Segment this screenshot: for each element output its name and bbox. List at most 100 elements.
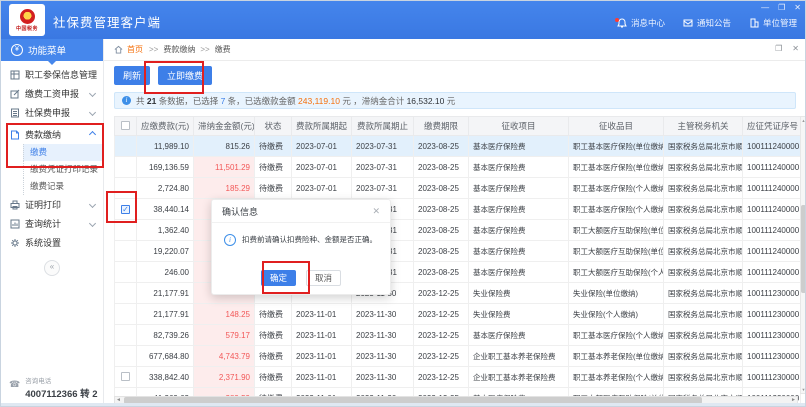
cell-voucher: 100111240000 bbox=[743, 199, 801, 220]
cell-due: 2023-08-25 bbox=[414, 178, 469, 199]
cell-item: 基本医疗保险费 bbox=[469, 241, 569, 262]
table-row[interactable]: 21,177.91148.25待缴费2023-11-012023-11-3020… bbox=[115, 304, 801, 325]
cell-voucher: 100111240000 bbox=[743, 157, 801, 178]
cell-end: 2023-07-31 bbox=[352, 157, 414, 178]
chevron-down-icon bbox=[89, 220, 96, 227]
main-panel: 首页 >> 费款缴纳 >> 缴费 ❐ ✕ 刷新 立即缴费 i 共 21 条数据，… bbox=[104, 39, 806, 407]
late-fee-total: 16,532.10 bbox=[407, 96, 445, 106]
cell-sub: 职工基本医疗保险(单位缴纳) bbox=[569, 136, 664, 157]
sidebar-item-fee-declaration[interactable]: 社保费申报 bbox=[1, 103, 103, 122]
nav-notices[interactable]: 通知公告 bbox=[683, 17, 731, 29]
cell-end: 2023-11-30 bbox=[352, 367, 414, 388]
sidebar-item-system-settings[interactable]: 系统设置 bbox=[1, 233, 103, 252]
cell-auth: 国家税务总局北京市顺义区.. bbox=[664, 346, 743, 367]
print-icon bbox=[10, 200, 20, 210]
sidebar-subitem-payment-records[interactable]: 缴费记录 bbox=[23, 178, 103, 195]
column-header: 状态 bbox=[255, 117, 292, 136]
breadcrumb-fee-payment[interactable]: 费款缴纳 bbox=[163, 44, 195, 55]
gear-icon bbox=[10, 238, 20, 248]
cell-amount: 21,177.91 bbox=[137, 304, 194, 325]
cell-end: 2023-07-31 bbox=[352, 136, 414, 157]
info-icon: i bbox=[122, 96, 131, 105]
close-button[interactable]: ✕ bbox=[794, 3, 801, 13]
table-row[interactable]: 2,724.80185.29待缴费2023-07-012023-07-31202… bbox=[115, 178, 801, 199]
cancel-button[interactable]: 取消 bbox=[306, 270, 341, 286]
sidebar-item-certificate-print[interactable]: 证明打印 bbox=[1, 195, 103, 214]
row-checkbox-cell bbox=[115, 346, 137, 367]
cell-auth: 国家税务总局北京市顺义区.. bbox=[664, 220, 743, 241]
nav-unit-management[interactable]: 单位管理 bbox=[749, 17, 797, 29]
maximize-button[interactable]: ❐ bbox=[778, 3, 785, 13]
breadcrumb-pay[interactable]: 缴费 bbox=[215, 44, 231, 55]
scroll-up-arrow[interactable]: ▲ bbox=[801, 118, 806, 123]
cell-late: 579.17 bbox=[194, 325, 255, 346]
cell-amount: 338,842.40 bbox=[137, 367, 194, 388]
scroll-down-arrow[interactable]: ▼ bbox=[801, 387, 806, 392]
cell-item: 企业职工基本养老保险费 bbox=[469, 346, 569, 367]
sidebar-item-employee-insurance-info[interactable]: 职工参保信息管理 bbox=[1, 65, 103, 84]
dialog-close-icon[interactable]: ✕ bbox=[372, 206, 380, 217]
cell-voucher: 100111230000 bbox=[743, 367, 801, 388]
cell-item: 基本医疗保险费 bbox=[469, 220, 569, 241]
sidebar-collapse-button[interactable]: « bbox=[44, 260, 60, 276]
vertical-scroll-thumb[interactable] bbox=[801, 205, 806, 293]
annotation-box-pay-now bbox=[144, 61, 204, 94]
breadcrumb: 首页 >> 费款缴纳 >> 缴费 ❐ ✕ bbox=[104, 39, 806, 61]
minimize-button[interactable]: — bbox=[761, 3, 769, 13]
table-row[interactable]: 169,136.5911,501.29待缴费2023-07-012023-07-… bbox=[115, 157, 801, 178]
cell-auth: 国家税务总局北京市顺义区.. bbox=[664, 283, 743, 304]
cell-status: 待缴费 bbox=[255, 367, 292, 388]
table-row[interactable]: 677,684.804,743.79待缴费2023-11-012023-11-3… bbox=[115, 346, 801, 367]
vertical-scrollbar[interactable]: ▲ ▼ bbox=[800, 116, 806, 394]
cell-late: 4,743.79 bbox=[194, 346, 255, 367]
panel-close-icon[interactable]: ✕ bbox=[792, 44, 799, 53]
table-row[interactable]: 338,842.402,371.90待缴费2023-11-012023-11-3… bbox=[115, 367, 801, 388]
cell-late: 185.29 bbox=[194, 178, 255, 199]
breadcrumb-home[interactable]: 首页 bbox=[127, 44, 143, 55]
sidebar-item-query-statistics[interactable]: 查询统计 bbox=[1, 214, 103, 233]
title-bar: 中国税务 社保费管理客户端 — ❐ ✕ 消息中心 通知公告 bbox=[1, 1, 806, 39]
table-row[interactable]: 82,739.26579.17待缴费2023-11-012023-11-3020… bbox=[115, 325, 801, 346]
table-row[interactable]: 11,989.10815.26待缴费2023-07-012023-07-3120… bbox=[115, 136, 801, 157]
cell-auth: 国家税务总局北京市顺义区.. bbox=[664, 325, 743, 346]
cell-voucher: 100111230000 bbox=[743, 325, 801, 346]
cell-start: 2023-07-01 bbox=[292, 178, 352, 199]
selected-amount: 243,119.10 bbox=[298, 96, 340, 106]
row-checkbox-cell bbox=[115, 241, 137, 262]
table-header-row: 应缴费款(元)滞纳金金额(元)状态费款所属期起费款所属期止缴费期限征收项目征收品… bbox=[115, 117, 801, 136]
row-checkbox-cell bbox=[115, 325, 137, 346]
cell-sub: 职工基本养老保险(个人缴纳) bbox=[569, 367, 664, 388]
panel-maximize-icon[interactable]: ❐ bbox=[775, 44, 782, 53]
cell-due: 2023-08-25 bbox=[414, 220, 469, 241]
cell-start: 2023-11-01 bbox=[292, 304, 352, 325]
select-all-checkbox[interactable] bbox=[121, 121, 130, 130]
cell-end: 2023-11-30 bbox=[352, 304, 414, 325]
row-checkbox-cell bbox=[115, 304, 137, 325]
nav-message-center[interactable]: 消息中心 bbox=[617, 17, 665, 29]
cell-auth: 国家税务总局北京市顺义区.. bbox=[664, 136, 743, 157]
sidebar-item-wage-declaration[interactable]: 缴费工资申报 bbox=[1, 84, 103, 103]
cell-item: 基本医疗保险费 bbox=[469, 199, 569, 220]
cell-item: 企业职工基本养老保险费 bbox=[469, 367, 569, 388]
column-header: 应缴费款(元) bbox=[137, 117, 194, 136]
cell-auth: 国家税务总局北京市顺义区.. bbox=[664, 367, 743, 388]
row-checkbox[interactable] bbox=[121, 372, 130, 381]
cell-end: 2023-11-30 bbox=[352, 346, 414, 367]
cell-status: 待缴费 bbox=[255, 304, 292, 325]
column-header: 费款所属期起 bbox=[292, 117, 352, 136]
cell-amount: 2,724.80 bbox=[137, 178, 194, 199]
cell-end: 2023-07-31 bbox=[352, 178, 414, 199]
cell-status: 待缴费 bbox=[255, 346, 292, 367]
cell-amount: 246.00 bbox=[137, 262, 194, 283]
stats-icon bbox=[10, 219, 20, 229]
national-emblem-icon bbox=[20, 9, 35, 24]
cell-status: 待缴费 bbox=[255, 136, 292, 157]
cell-sub: 职工大额医疗互助保险(单位.. bbox=[569, 241, 664, 262]
cell-amount: 38,440.14 bbox=[137, 199, 194, 220]
sidebar: ¥ 功能菜单 职工参保信息管理 缴费工资申报 社保费申报 费款缴纳 缴费 缴费凭… bbox=[1, 39, 104, 407]
cell-item: 基本医疗保险费 bbox=[469, 136, 569, 157]
notification-badge bbox=[615, 18, 619, 22]
row-checkbox-cell bbox=[115, 136, 137, 157]
cell-sub: 职工大额医疗互助保险(个人.. bbox=[569, 262, 664, 283]
cell-item: 失业保险费 bbox=[469, 304, 569, 325]
